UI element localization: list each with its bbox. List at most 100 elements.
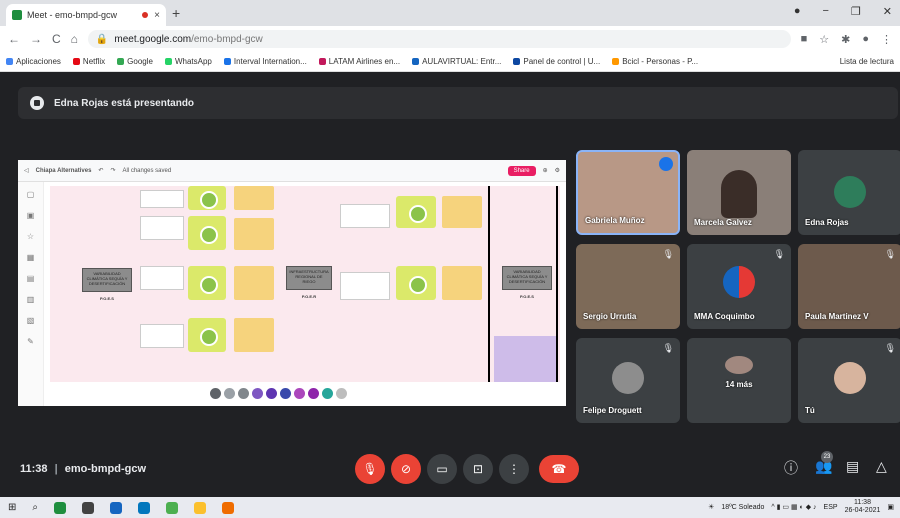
participant-tile[interactable]: 🎙 Felipe Droguett xyxy=(576,338,680,423)
close-window-button[interactable]: ✕ xyxy=(883,5,892,18)
chrome-icon[interactable] xyxy=(166,501,178,514)
participant-name: Edna Rojas xyxy=(805,218,849,227)
participant-tile[interactable]: 🎙 Paula Martinez V xyxy=(798,244,900,329)
clock[interactable]: 11:38 26-04-2021 xyxy=(845,499,881,515)
participants-count-badge: 23 xyxy=(821,451,833,463)
lock-icon: 🔒 xyxy=(95,33,109,45)
activities-button[interactable]: △ xyxy=(876,458,887,475)
meeting-details-button[interactable]: ⓘ xyxy=(784,458,798,478)
participant-tile[interactable]: Edna Rojas xyxy=(798,150,900,235)
avatar xyxy=(834,176,866,208)
participant-tile[interactable]: Gabriela Muñoz xyxy=(576,150,680,235)
clock-time: 11:38 xyxy=(853,499,871,506)
tool-icon xyxy=(210,388,221,399)
mic-toggle-button[interactable]: 🎙 xyxy=(355,454,385,484)
note-card xyxy=(140,266,184,290)
bookmark-item[interactable]: LATAM Airlines en... xyxy=(318,57,400,66)
speaking-indicator-icon xyxy=(659,157,673,171)
profile-dot-icon[interactable]: ● xyxy=(794,5,801,18)
green-sticky xyxy=(188,186,226,210)
star-icon[interactable]: ☆ xyxy=(819,33,829,46)
tab-title: Meet - emo-bmpd-gcw xyxy=(27,10,118,20)
profile-avatar-icon[interactable]: ● xyxy=(862,33,869,46)
app-icon[interactable] xyxy=(54,501,66,514)
meeting-info: 11:38 | emo-bmpd-gcw xyxy=(20,463,146,475)
app-icon[interactable] xyxy=(138,501,150,514)
home-icon[interactable]: ⌂ xyxy=(71,32,78,46)
bookmark-label: Bcicl - Personas - P... xyxy=(622,57,699,66)
bookmark-favicon-icon xyxy=(72,58,80,65)
participant-tile[interactable]: 🎙 MMA Coquimbo xyxy=(687,244,791,329)
present-button[interactable]: ⊡ xyxy=(463,454,493,484)
bookmark-favicon-icon xyxy=(117,58,125,65)
maximize-button[interactable]: ❐ xyxy=(851,5,861,18)
camera-indicator-icon[interactable]: ■ xyxy=(801,33,808,46)
participant-video xyxy=(721,170,757,218)
captions-button[interactable]: ▭ xyxy=(427,454,457,484)
app-icon[interactable] xyxy=(110,501,122,514)
bookmark-item[interactable]: Google xyxy=(117,57,153,66)
extensions-icon[interactable]: ✱ xyxy=(841,33,850,46)
tray-icons[interactable]: ^ ▮ ▭ ▦ ◐ ◆ ♪ xyxy=(771,503,816,511)
browser-tab[interactable]: Meet - emo-bmpd-gcw × xyxy=(6,4,166,26)
bookmark-item[interactable]: Netflix xyxy=(72,57,106,66)
notifications-icon[interactable]: ▣ xyxy=(887,503,894,511)
folder-icon[interactable] xyxy=(194,501,206,514)
menu-icon[interactable]: ⋮ xyxy=(881,33,892,46)
tool-icon xyxy=(266,388,277,399)
search-icon[interactable]: ⌕ xyxy=(32,502,38,513)
new-tab-button[interactable]: + xyxy=(172,5,180,21)
app-icon[interactable] xyxy=(82,501,94,514)
bookmark-item[interactable]: Bcicl - Personas - P... xyxy=(612,57,698,66)
language-indicator[interactable]: ESP xyxy=(824,504,838,511)
participant-name: Tú xyxy=(805,406,815,415)
bookmark-item[interactable]: Aplicaciones xyxy=(6,57,61,66)
bookmark-label: WhatsApp xyxy=(174,57,212,66)
participant-tile[interactable]: 14 más xyxy=(687,338,791,423)
note-card xyxy=(140,324,184,348)
bookmark-label: Netflix xyxy=(82,57,106,66)
bookmark-label: Panel de control | U... xyxy=(523,57,601,66)
bookmark-favicon-icon xyxy=(513,58,521,65)
toolbar-icons: ■ ☆ ✱ ● ⋮ xyxy=(801,33,892,46)
undo-icon: ↶ xyxy=(98,168,104,174)
bookmark-item[interactable]: AULAVIRTUAL: Entr... xyxy=(412,57,501,66)
reading-list-button[interactable]: Lista de lectura xyxy=(840,57,894,66)
tool-icon xyxy=(336,388,347,399)
participant-tile[interactable]: 🎙 Tú xyxy=(798,338,900,423)
orange-sticky xyxy=(442,266,482,300)
bookmark-item[interactable]: Interval Internation... xyxy=(223,57,307,66)
orange-sticky xyxy=(234,266,274,300)
bookmark-favicon-icon xyxy=(612,58,620,65)
minimize-button[interactable]: − xyxy=(822,5,828,18)
weather-text[interactable]: 18ºC Soleado xyxy=(721,504,764,511)
tool-icon xyxy=(280,388,291,399)
camera-toggle-button[interactable]: ⊘ xyxy=(391,454,421,484)
bookmark-item[interactable]: WhatsApp xyxy=(164,57,212,66)
app-icon[interactable] xyxy=(222,501,234,514)
note-card xyxy=(140,216,184,240)
participant-tile[interactable]: Marcela Galvez xyxy=(687,150,791,235)
participant-name: Sergio Urrutia xyxy=(583,312,637,321)
bookmark-favicon-icon xyxy=(412,58,420,65)
mic-off-icon: 🎙 xyxy=(362,462,378,476)
weather-icon: ☀ xyxy=(708,504,715,511)
tab-close-icon[interactable]: × xyxy=(154,10,160,21)
windows-start-icon[interactable]: ⊞ xyxy=(8,502,16,513)
end-call-button[interactable]: ☎ xyxy=(539,455,579,483)
participant-tile[interactable]: 🎙 Sergio Urrutia xyxy=(576,244,680,329)
bookmark-item[interactable]: Panel de control | U... xyxy=(513,57,600,66)
mic-muted-icon: 🎙 xyxy=(884,343,896,353)
forward-icon[interactable]: → xyxy=(30,32,42,46)
reload-icon[interactable]: C xyxy=(52,32,61,46)
shared-doc-sidebar: ▢ ▣ ☆ ▦ ▤ ▥ ▧ ✎ xyxy=(18,182,44,406)
saved-status: All changes saved xyxy=(122,167,172,174)
chat-button[interactable]: ▤ xyxy=(846,458,859,475)
orange-sticky xyxy=(234,318,274,352)
back-icon[interactable]: ← xyxy=(8,32,20,46)
more-options-button[interactable]: ⋮ xyxy=(499,454,529,484)
shared-screen[interactable]: ◁ Chiapa Alternatives ↶ ↷ All changes sa… xyxy=(18,160,566,406)
url-field[interactable]: 🔒 meet.google.com/emo-bmpd-gcw xyxy=(87,30,791,48)
divider-line xyxy=(488,186,490,382)
separator: | xyxy=(54,463,58,475)
